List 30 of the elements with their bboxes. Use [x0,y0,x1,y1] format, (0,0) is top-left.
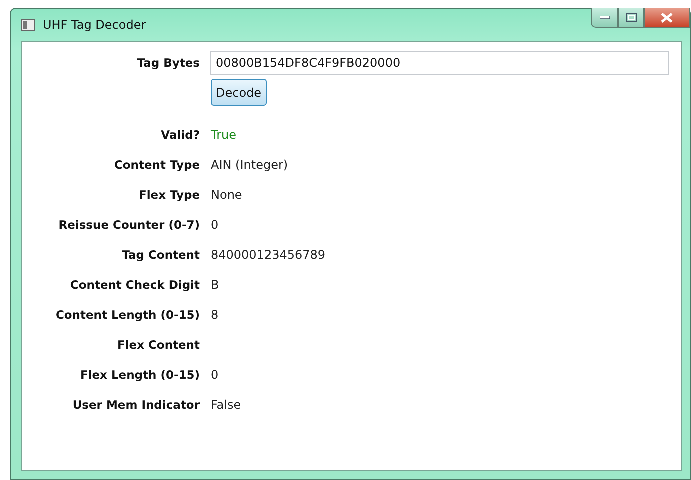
close-button[interactable] [644,8,690,28]
field-value: 0 [211,367,220,384]
field-value: False [211,397,242,414]
close-icon [661,12,673,22]
decode-button[interactable]: Decode [211,79,267,106]
field-value: None [211,187,244,204]
field-label: Flex Type [138,187,200,204]
window-title: UHF Tag Decoder [43,18,146,32]
field-label: Tag Bytes [137,55,200,72]
field-label: Content Type [114,157,200,174]
field-value: 840000123456789 [211,247,327,264]
field-label: Flex Content [117,337,200,354]
field-value: 0 [211,217,220,234]
field-label: Valid? [161,127,200,144]
field-value: B [211,277,220,294]
field-label: Flex Length (0-15) [80,367,200,384]
field-label: Tag Content [122,247,200,264]
field-value: True [211,127,238,144]
maximize-button[interactable] [618,8,644,28]
app-icon [21,19,35,31]
minimize-icon [600,16,610,20]
minimize-button[interactable] [591,8,618,28]
field-label: User Mem Indicator [72,397,200,414]
maximize-icon [626,13,636,22]
field-value: AIN (Integer) [211,157,290,174]
field-value: 8 [211,307,220,324]
field-label: Content Check Digit [70,277,200,294]
field-label: Content Length (0-15) [56,307,200,324]
tag-bytes-field[interactable]: 00800B154DF8C4F9FB020000 [210,51,669,75]
field-label: Reissue Counter (0-7) [58,217,200,234]
